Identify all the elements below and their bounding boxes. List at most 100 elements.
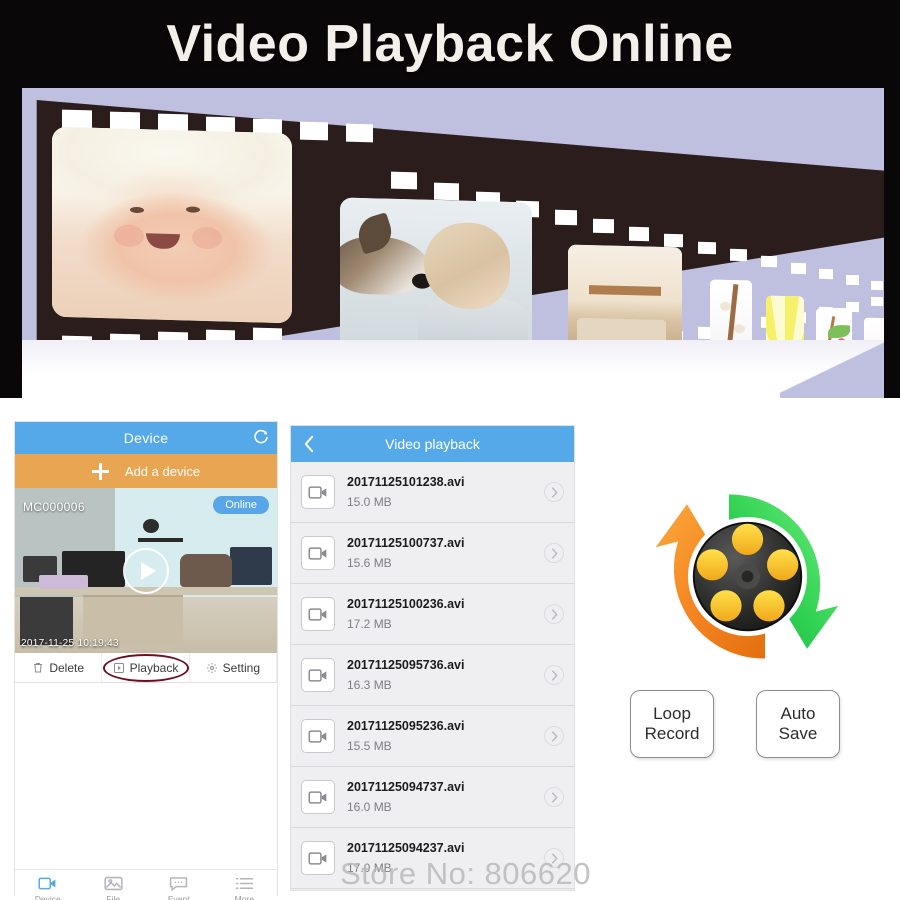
chevron-right-icon[interactable]	[544, 787, 564, 807]
status-badge: Online	[213, 496, 269, 514]
add-device-button[interactable]: Add a device	[15, 454, 277, 488]
tab-event[interactable]: Event	[146, 870, 212, 900]
film-perforation	[730, 248, 747, 262]
trash-icon	[34, 663, 43, 673]
page-root: Video Playback Online Device Add a devic…	[0, 0, 900, 900]
film-perforation	[871, 296, 883, 307]
film-frame-dog-child	[340, 197, 532, 363]
list-item[interactable]: 20171125094237.avi 17.0 MB	[291, 828, 574, 889]
film-perforation	[761, 255, 777, 268]
tab-event-label: Event	[167, 893, 190, 900]
list-item[interactable]: 20171125094737.avi 16.0 MB	[291, 767, 574, 828]
file-name: 20171125094237.avi	[347, 841, 465, 855]
list-item[interactable]: 20171125100236.avi 17.2 MB	[291, 584, 574, 645]
tab-file[interactable]: File	[81, 870, 147, 900]
file-name: 20171125101238.avi	[347, 475, 465, 489]
tab-device[interactable]: Device	[15, 870, 81, 900]
hero-floor-corner	[780, 340, 900, 398]
gear-icon	[206, 662, 217, 673]
camera-preview[interactable]: MC000006 Online 2017-11-25 10:19:43	[15, 488, 277, 653]
file-name: 20171125094737.avi	[347, 780, 465, 794]
add-device-label: Add a device	[124, 463, 201, 479]
film-perforation	[698, 241, 716, 255]
list-item[interactable]: 20171125101238.avi 15.0 MB	[291, 462, 574, 523]
chevron-right-icon[interactable]	[544, 604, 564, 624]
list-item[interactable]: 20171125095236.avi 15.5 MB	[291, 706, 574, 767]
chevron-right-icon[interactable]	[544, 848, 564, 868]
loop-record-line1: Loop	[653, 704, 691, 724]
auto-save-button[interactable]: Auto Save	[756, 690, 840, 758]
film-perforation	[346, 123, 373, 143]
chevron-right-icon[interactable]	[544, 665, 564, 685]
setting-button[interactable]: Setting	[190, 653, 277, 682]
playback-header: Video playback	[291, 426, 574, 462]
file-size: 16.0 MB	[347, 800, 392, 814]
auto-save-line2: Save	[778, 724, 818, 743]
video-camera-icon	[301, 719, 335, 753]
loop-record-line2: Record	[644, 724, 700, 743]
file-name: 20171125095736.avi	[347, 658, 465, 672]
play-icon[interactable]	[123, 547, 169, 594]
loop-record-button[interactable]: Loop Record	[630, 690, 714, 758]
film-perforation	[664, 233, 683, 248]
file-name: 20171125100236.avi	[347, 597, 465, 611]
device-header: Device	[15, 422, 277, 454]
video-playback-screen: Video playback 20171125101238.avi 15.0 MB…	[290, 425, 575, 891]
page-title: Video Playback Online	[166, 15, 734, 73]
dog-child-photo	[340, 197, 532, 363]
film-frame-baby	[52, 126, 292, 324]
film-perforation	[555, 209, 577, 226]
baby-photo	[52, 126, 292, 324]
playback-button[interactable]: Playback	[102, 653, 190, 682]
refresh-icon[interactable]	[253, 429, 269, 445]
list-item[interactable]: 20171125100737.avi 15.6 MB	[291, 523, 574, 584]
chevron-right-icon[interactable]	[544, 482, 564, 502]
video-camera-icon	[301, 597, 335, 631]
device-id-label: MC000006	[23, 500, 85, 514]
film-perforation	[391, 171, 417, 190]
film-perforation	[593, 218, 614, 234]
loop-film-reel-icon	[635, 475, 860, 680]
plus-icon	[91, 462, 109, 480]
list-item[interactable]: 20171125095736.avi 16.3 MB	[291, 645, 574, 706]
device-action-bar: Delete Playback Setting	[15, 653, 277, 683]
device-header-title: Device	[123, 430, 169, 446]
hero-filmstrip-banner	[0, 88, 900, 398]
file-size: 15.0 MB	[347, 495, 392, 509]
feature-panel: Loop Record Auto Save	[600, 460, 900, 900]
list-icon	[235, 877, 253, 889]
chevron-right-icon[interactable]	[544, 543, 564, 563]
feature-buttons: Loop Record Auto Save	[630, 690, 880, 758]
tab-more-label: More	[234, 893, 254, 900]
video-camera-icon	[301, 780, 335, 814]
video-file-list[interactable]: 20171125101238.avi 15.0 MB 20171125100737.…	[291, 462, 574, 892]
file-size: 17.0 MB	[347, 861, 392, 875]
title-banner: Video Playback Online	[0, 0, 900, 88]
auto-save-line1: Auto	[780, 704, 816, 724]
film-perforation	[819, 268, 833, 280]
file-name: 20171125095236.avi	[347, 719, 465, 733]
film-perforation	[434, 182, 459, 201]
file-size: 15.6 MB	[347, 556, 392, 570]
film-perforation	[629, 226, 649, 242]
video-camera-icon	[301, 658, 335, 692]
bottom-tab-bar: Device File Event More	[15, 869, 277, 900]
playback-label: Playback	[129, 660, 179, 675]
video-camera-icon	[301, 475, 335, 509]
file-size: 16.3 MB	[347, 678, 392, 692]
file-name: 20171125100737.avi	[347, 536, 465, 550]
chevron-left-icon[interactable]	[303, 435, 314, 453]
film-perforation	[871, 280, 883, 291]
delete-button[interactable]: Delete	[15, 653, 103, 682]
hero-left-edge	[0, 88, 22, 398]
device-list-empty-area	[15, 683, 277, 869]
film-perforation	[300, 121, 328, 141]
chevron-right-icon[interactable]	[544, 726, 564, 746]
play-box-icon	[113, 662, 124, 673]
tab-more[interactable]: More	[212, 870, 278, 900]
hero-floor-reflection	[0, 340, 900, 398]
file-size: 15.5 MB	[347, 739, 392, 753]
device-screen: Device Add a device MC000006 Online 2017…	[14, 421, 278, 900]
chat-bubble-icon	[170, 876, 188, 891]
image-icon	[104, 876, 123, 890]
